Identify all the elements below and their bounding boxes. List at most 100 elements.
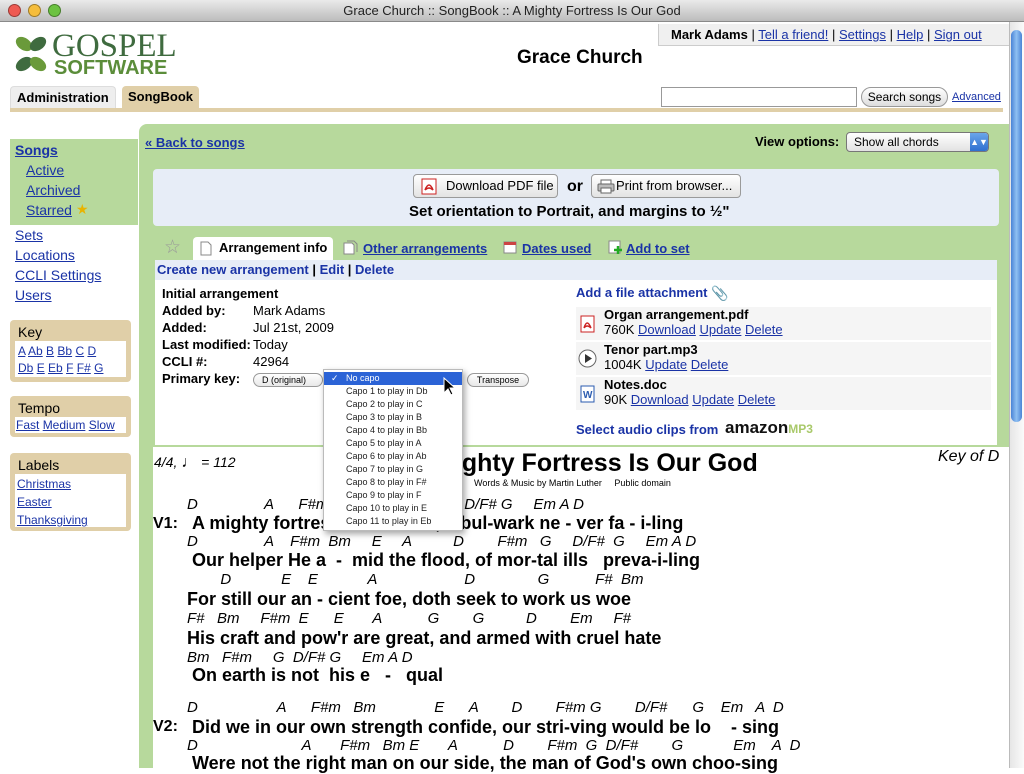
delete-link[interactable]: Delete <box>738 392 776 407</box>
capo-option[interactable]: Capo 8 to play in F# <box>324 476 462 489</box>
key-filter-link[interactable]: Eb <box>48 361 63 375</box>
sidebar-item-users[interactable]: Users <box>15 287 52 303</box>
back-to-songs-link[interactable]: « Back to songs <box>145 135 245 150</box>
label-easter-link[interactable]: Easter <box>17 495 52 509</box>
sidebar-item-locations[interactable]: Locations <box>15 247 75 263</box>
download-link[interactable]: Download <box>638 322 696 337</box>
tempo-filter-box: Tempo Fast Medium Slow <box>10 396 131 437</box>
search-songs-button[interactable]: Search songs <box>861 87 948 107</box>
capo-option[interactable]: ✓ No capo <box>324 372 462 385</box>
mp3-logo-text: MP3 <box>788 422 813 436</box>
capo-option[interactable]: Capo 3 to play in B <box>324 411 462 424</box>
star-outline-icon[interactable]: ☆ <box>164 236 181 259</box>
lyric-line: Our helper He a - mid the flood, of mor-… <box>192 550 701 570</box>
key-filter-box: Key A Ab B Bb C D Db E Eb F F# G <box>10 320 131 382</box>
tempo-slow-link[interactable]: Slow <box>89 418 115 432</box>
tempo-medium-link[interactable]: Medium <box>43 418 86 432</box>
capo-option[interactable]: Capo 1 to play in Db <box>324 385 462 398</box>
attachment-name: Notes.doc <box>604 377 667 392</box>
close-window-icon[interactable] <box>8 4 21 17</box>
label-christmas-link[interactable]: Christmas <box>17 477 71 491</box>
capo-option[interactable]: Capo 4 to play in Bb <box>324 424 462 437</box>
sidebar-item-active[interactable]: Active <box>26 162 64 178</box>
key-filter-link[interactable]: A <box>18 344 25 358</box>
sidebar-item-sets[interactable]: Sets <box>15 227 43 243</box>
gospel-logo-icon <box>15 36 47 72</box>
print-button[interactable]: Print from browser... <box>591 174 741 198</box>
lyric-line: On earth is not his e - qual <box>192 665 444 685</box>
update-link[interactable]: Update <box>692 392 734 407</box>
attachment-item: Tenor part.mp3 1004K Update Delete <box>576 342 991 375</box>
key-filter-link[interactable]: B <box>46 344 54 358</box>
chord-line: D A F#m Bm E A D F#m G D/F# G Em A D <box>187 699 784 716</box>
arrangement-action-links: Create new arrangement | Edit | Delete <box>157 262 395 277</box>
settings-link[interactable]: Settings <box>839 27 886 42</box>
sidebar-item-songs[interactable]: Songs <box>15 142 58 158</box>
tab-other-arrangements[interactable]: Other arrangements <box>363 241 487 256</box>
capo-option[interactable]: Capo 2 to play in C <box>324 398 462 411</box>
key-filter-link[interactable]: Bb <box>57 344 72 358</box>
tab-songbook[interactable]: SongBook <box>122 86 199 108</box>
label-thanksgiving-link[interactable]: Thanksgiving <box>17 513 88 527</box>
delete-arrangement-link[interactable]: Delete <box>355 262 394 277</box>
capo-option[interactable]: Capo 9 to play in F <box>324 489 462 502</box>
key-filter-link[interactable]: F# <box>77 361 91 375</box>
tab-arrangement-info[interactable]: Arrangement info <box>193 237 333 260</box>
capo-option[interactable]: Capo 6 to play in Ab <box>324 450 462 463</box>
tab-dates-used[interactable]: Dates used <box>522 241 591 256</box>
zoom-window-icon[interactable] <box>48 4 61 17</box>
minimize-window-icon[interactable] <box>28 4 41 17</box>
calendar-icon <box>503 241 517 254</box>
delete-link[interactable]: Delete <box>691 357 729 372</box>
download-pdf-button[interactable]: Download PDF file <box>413 174 558 198</box>
key-filter-link[interactable]: F <box>66 361 73 375</box>
update-link[interactable]: Update <box>645 357 687 372</box>
capo-option[interactable]: Capo 7 to play in G <box>324 463 462 476</box>
last-modified-label: Last modified: <box>162 337 251 352</box>
key-filter-link[interactable]: G <box>94 361 103 375</box>
advanced-search-link[interactable]: Advanced <box>952 91 1001 103</box>
tempo-fast-link[interactable]: Fast <box>16 418 39 432</box>
window-titlebar: Grace Church :: SongBook :: A Mighty For… <box>0 0 1024 22</box>
help-link[interactable]: Help <box>897 27 924 42</box>
key-filter-link[interactable]: C <box>75 344 84 358</box>
update-link[interactable]: Update <box>699 322 741 337</box>
key-filter-link[interactable]: Db <box>18 361 33 375</box>
tab-add-to-set[interactable]: Add to set <box>626 241 690 256</box>
view-options-select[interactable]: Show all chords ▲▼ <box>846 132 989 152</box>
amazon-mp3-link[interactable]: amazonMP3 <box>725 418 813 438</box>
capo-option[interactable]: Capo 10 to play in E <box>324 502 462 515</box>
play-icon[interactable] <box>578 349 597 368</box>
capo-dropdown[interactable]: ✓ No capo Capo 1 to play in Db Capo 2 to … <box>323 369 463 531</box>
key-filter-link[interactable]: D <box>87 344 96 358</box>
scrollbar-thumb[interactable] <box>1011 30 1022 422</box>
tell-friend-link[interactable]: Tell a friend! <box>758 27 828 42</box>
tab-administration[interactable]: Administration <box>10 86 116 108</box>
printer-icon <box>597 179 615 194</box>
search-input[interactable] <box>661 87 857 107</box>
tab-underline <box>10 108 1003 112</box>
download-link[interactable]: Download <box>631 392 689 407</box>
transpose-button[interactable]: Transpose <box>467 373 529 387</box>
sidebar-item-archived[interactable]: Archived <box>26 182 80 198</box>
capo-option[interactable]: Capo 5 to play in A <box>324 437 462 450</box>
add-attachment-link[interactable]: Add a file attachment <box>576 285 707 300</box>
orientation-instructions: Set orientation to Portrait, and margins… <box>409 203 730 220</box>
mouse-cursor-icon <box>443 377 456 396</box>
chord-line: D E E A D G F# Bm <box>187 571 644 588</box>
ccli-label: CCLI #: <box>162 354 208 369</box>
primary-key-select[interactable]: D (original) <box>253 373 323 387</box>
create-arrangement-link[interactable]: Create new arrangement <box>157 262 309 277</box>
key-filter-link[interactable]: Ab <box>28 344 43 358</box>
attachment-name: Organ arrangement.pdf <box>604 307 749 322</box>
key-filter-link[interactable]: E <box>37 361 45 375</box>
capo-option[interactable]: Capo 11 to play in Eb <box>324 515 462 528</box>
user-nav: Mark Adams | Tell a friend! | Settings |… <box>658 24 1009 46</box>
sidebar-item-ccli-settings[interactable]: CCLI Settings <box>15 267 101 283</box>
key-filter-title: Key <box>18 324 43 340</box>
sidebar-item-starred[interactable]: Starred <box>26 202 72 218</box>
paperclip-icon: 📎 <box>711 285 729 301</box>
delete-link[interactable]: Delete <box>745 322 783 337</box>
edit-arrangement-link[interactable]: Edit <box>320 262 345 277</box>
sign-out-link[interactable]: Sign out <box>934 27 982 42</box>
